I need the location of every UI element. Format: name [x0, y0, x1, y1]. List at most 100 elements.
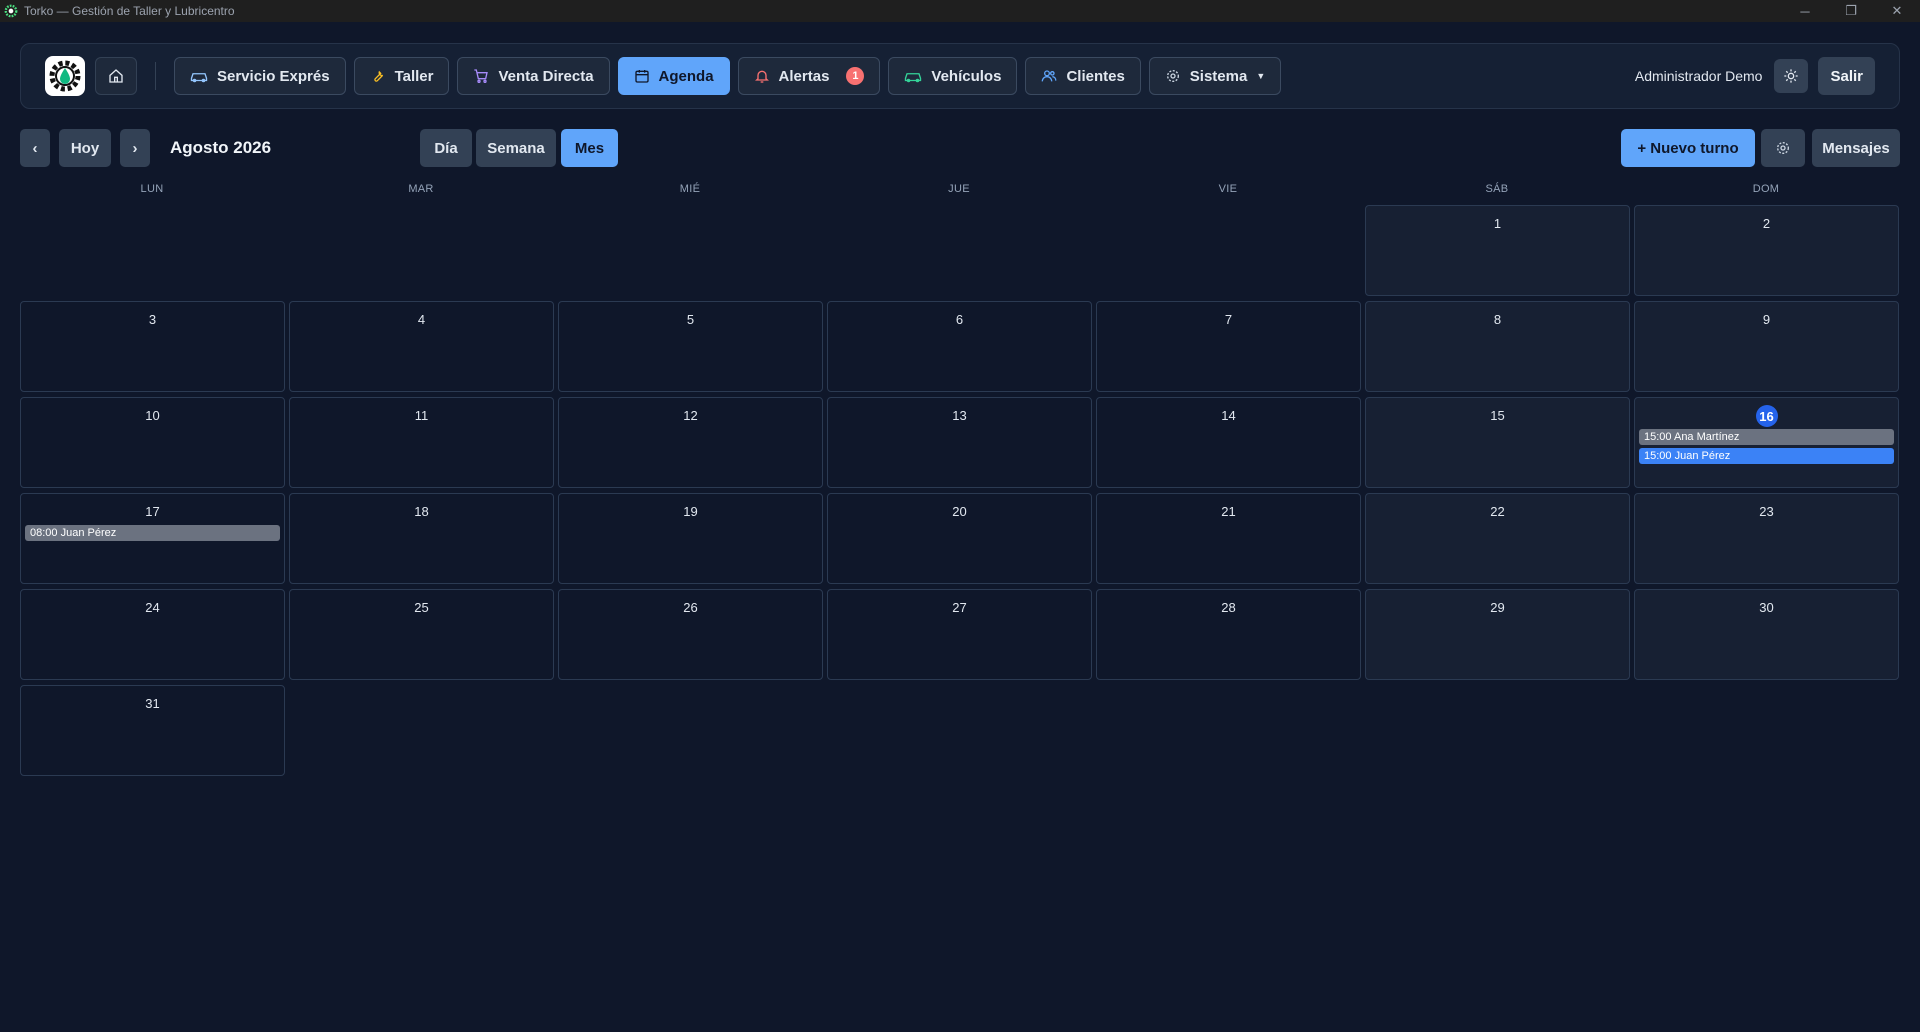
day-cell[interactable]: 24: [20, 589, 285, 680]
app-logo[interactable]: [45, 56, 85, 96]
day-cell[interactable]: 7: [1096, 301, 1361, 392]
day-cell[interactable]: 30: [1634, 589, 1899, 680]
day-cell[interactable]: 5: [558, 301, 823, 392]
day-cell[interactable]: 8: [1365, 301, 1630, 392]
window-title: Torko — Gestión de Taller y Lubricentro: [24, 4, 235, 18]
nav-agenda[interactable]: Agenda: [617, 57, 730, 95]
day-number: 13: [952, 408, 967, 423]
home-icon: [109, 69, 123, 83]
restore-button[interactable]: ❐: [1828, 0, 1874, 22]
day-number: 9: [1762, 312, 1771, 327]
day-number: 18: [414, 504, 429, 519]
day-number: 29: [1490, 600, 1505, 615]
day-cell[interactable]: 14: [1096, 397, 1361, 488]
cart-icon: [474, 69, 489, 83]
day-number: 22: [1490, 504, 1505, 519]
car-icon: [190, 73, 208, 83]
gear-icon: [1166, 70, 1179, 82]
day-number: 20: [952, 504, 967, 519]
day-cell[interactable]: 6: [827, 301, 1092, 392]
main-navbar: Servicio Exprés Taller Venta Directa Age…: [20, 43, 1900, 109]
gear-drop-logo-icon: [49, 60, 81, 92]
day-cell[interactable]: 1: [1365, 205, 1630, 296]
user-name: Administrador Demo: [1634, 68, 1763, 84]
new-appointment-button[interactable]: + Nuevo turno: [1621, 129, 1755, 167]
month-title: Agosto 2026: [170, 138, 272, 157]
day-number: 17: [145, 504, 160, 519]
day-cell[interactable]: 22: [1365, 493, 1630, 584]
weekday-header: JUE: [948, 183, 970, 195]
theme-toggle-button[interactable]: [1774, 59, 1809, 93]
minimize-button[interactable]: ─: [1782, 0, 1828, 22]
day-number: 30: [1759, 600, 1774, 615]
weekday-header: DOM: [1752, 183, 1780, 195]
nav-vehiculos[interactable]: Vehículos: [888, 57, 1018, 95]
nav-sistema[interactable]: Sistema ▼: [1148, 57, 1282, 95]
day-cell[interactable]: 19: [558, 493, 823, 584]
weekday-header: SÁB: [1485, 183, 1509, 195]
day-cell[interactable]: 4: [289, 301, 554, 392]
day-cell[interactable]: 12: [558, 397, 823, 488]
close-button[interactable]: ✕: [1874, 0, 1920, 22]
day-cell[interactable]: 26: [558, 589, 823, 680]
nav-alertas[interactable]: Alertas 1: [737, 57, 881, 95]
users-icon: [1042, 70, 1057, 82]
day-cell[interactable]: 20: [827, 493, 1092, 584]
day-cell[interactable]: 17 08:00 Juan Pérez: [20, 493, 285, 584]
day-cell[interactable]: 28: [1096, 589, 1361, 680]
day-cell[interactable]: 3: [20, 301, 285, 392]
nav-divider: [155, 62, 156, 90]
today-button[interactable]: Hoy: [59, 129, 111, 167]
nav-venta-directa[interactable]: Venta Directa: [457, 57, 610, 95]
day-number: 28: [1221, 600, 1236, 615]
day-cell[interactable]: 9: [1634, 301, 1899, 392]
day-cell[interactable]: 31: [20, 685, 285, 776]
day-number: 3: [148, 312, 157, 327]
day-cell[interactable]: 15: [1365, 397, 1630, 488]
day-cell[interactable]: 27: [827, 589, 1092, 680]
today-day-number: 16: [1755, 405, 1778, 427]
day-number: 8: [1493, 312, 1502, 327]
day-cell[interactable]: 21: [1096, 493, 1361, 584]
day-number: 21: [1221, 504, 1236, 519]
alerts-count-badge: 1: [846, 67, 865, 85]
messages-button[interactable]: Mensajes: [1812, 129, 1900, 167]
day-cell[interactable]: 13: [827, 397, 1092, 488]
view-month-button[interactable]: Mes: [561, 129, 618, 167]
prev-month-button[interactable]: ‹: [20, 129, 50, 167]
day-cell[interactable]: 29: [1365, 589, 1630, 680]
weekday-header-row: LUN MAR MIÉ JUE VIE SÁB DOM: [20, 183, 1900, 197]
calendar-toolbar: ‹ Hoy › Agosto 2026 Día Semana Mes + Nue…: [20, 129, 1900, 167]
view-day-button[interactable]: Día: [420, 129, 472, 167]
day-number: 11: [414, 408, 429, 423]
day-cell[interactable]: 23: [1634, 493, 1899, 584]
nav-servicio-expres[interactable]: Servicio Exprés: [174, 57, 346, 95]
window-titlebar: Torko — Gestión de Taller y Lubricentro …: [0, 0, 1920, 22]
calendar-event[interactable]: 08:00 Juan Pérez: [25, 525, 280, 541]
home-button[interactable]: [95, 57, 137, 95]
day-number: 7: [1224, 312, 1233, 327]
nav-taller[interactable]: Taller: [353, 57, 450, 95]
day-number: 6: [955, 312, 964, 327]
day-cell[interactable]: 16 15:00 Ana Martínez 15:00 Juan Pérez: [1634, 397, 1899, 488]
car-icon: [905, 73, 922, 83]
calendar-settings-button[interactable]: [1761, 129, 1805, 167]
calendar-event[interactable]: 15:00 Ana Martínez: [1639, 429, 1894, 445]
day-cell[interactable]: 11: [289, 397, 554, 488]
calendar-event[interactable]: 15:00 Juan Pérez: [1639, 448, 1894, 464]
next-month-button[interactable]: ›: [120, 129, 150, 167]
nav-clientes[interactable]: Clientes: [1025, 57, 1141, 95]
weekday-header: MAR: [408, 183, 434, 195]
day-number: 24: [145, 600, 160, 615]
view-week-button[interactable]: Semana: [476, 129, 556, 167]
wrench-icon: [373, 70, 383, 82]
day-cell[interactable]: 10: [20, 397, 285, 488]
day-cell[interactable]: 25: [289, 589, 554, 680]
day-number: 10: [145, 408, 160, 423]
gear-icon: [1777, 142, 1789, 154]
day-cell[interactable]: 18: [289, 493, 554, 584]
day-number: 12: [683, 408, 698, 423]
day-number: 1: [1493, 216, 1502, 231]
day-cell[interactable]: 2: [1634, 205, 1899, 296]
logout-button[interactable]: Salir: [1818, 57, 1875, 95]
